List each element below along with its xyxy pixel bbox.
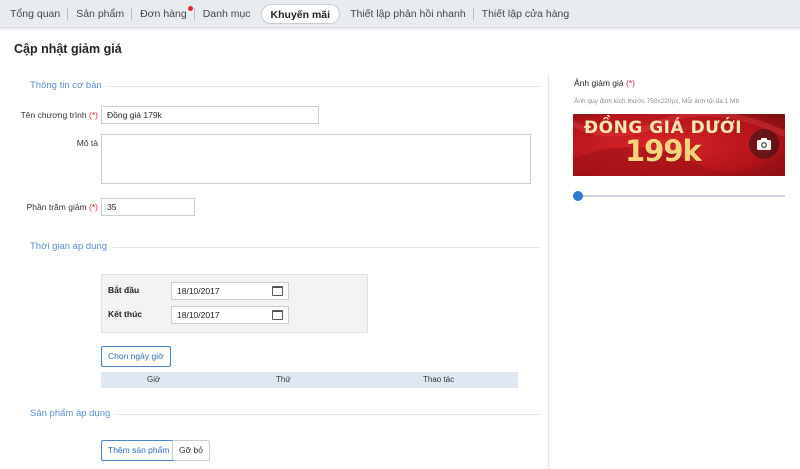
column-divider: [548, 74, 549, 469]
required-mark: (*): [89, 110, 98, 120]
end-date-label: Kết thúc: [108, 309, 142, 319]
description-textarea[interactable]: [101, 134, 531, 184]
choose-datetime-button[interactable]: Chọn ngày giờ: [101, 346, 171, 367]
camera-upload-button[interactable]: [749, 129, 779, 159]
percent-label-text: Phần trăm giảm: [26, 202, 87, 212]
percent-label: Phần trăm giảm (*): [8, 202, 98, 212]
main-card: Cập nhật giảm giá Thông tin cơ bản Tên c…: [0, 30, 800, 469]
tab-thiet-lap-cua-hang[interactable]: Thiết lập cửa hàng: [474, 4, 578, 24]
required-mark: (*): [626, 78, 635, 88]
tab-danh-muc[interactable]: Danh mục: [195, 4, 259, 24]
image-panel-title: Ảnh giảm giá (*): [574, 78, 635, 88]
name-label: Tên chương trình (*): [8, 110, 98, 120]
time-table-header: Giờ Thứ Thao tác: [101, 372, 518, 388]
promo-banner-image[interactable]: ĐỒNG GIÁ DƯỚI 199k: [573, 114, 785, 176]
image-size-hint: Ảnh quy định kích thước 750x220px. Mỗi ả…: [574, 98, 740, 105]
tab-khuyen-mai[interactable]: Khuyến mãi: [260, 3, 341, 24]
section-title-products: Sản phẩm áp dụng: [0, 408, 117, 419]
tab-label: Khuyến mãi: [270, 8, 331, 21]
camera-icon: [757, 138, 771, 150]
tab-don-hang[interactable]: Đơn hàng: [132, 4, 195, 24]
end-date-input[interactable]: 18/10/2017: [171, 306, 289, 324]
start-date-value: 18/10/2017: [177, 286, 220, 296]
description-label: Mô tả: [76, 138, 98, 148]
notification-dot: [187, 5, 193, 11]
tab-thiet-lap-phan-hoi-nhanh[interactable]: Thiết lập phản hồi nhanh: [342, 4, 474, 24]
start-date-input[interactable]: 18/10/2017: [171, 282, 289, 300]
tab-tong-quan[interactable]: Tổng quan: [2, 4, 69, 24]
section-title-time: Thời gian áp dụng: [0, 241, 114, 252]
program-name-input[interactable]: [101, 106, 319, 124]
remove-product-button[interactable]: Gỡ bỏ: [172, 440, 211, 461]
image-panel-title-text: Ảnh giảm giá: [574, 78, 624, 88]
tab-san-pham[interactable]: Sản phẩm: [68, 4, 133, 24]
column-header-hour: Giờ: [147, 375, 161, 384]
start-date-label: Bắt đầu: [108, 285, 140, 295]
image-zoom-slider-handle[interactable]: [573, 191, 583, 201]
tab-label: Sản phẩm: [76, 7, 125, 20]
name-label-text: Tên chương trình: [20, 110, 87, 120]
banner-price: 199k: [625, 134, 702, 168]
tab-label: Danh mục: [202, 7, 251, 20]
tab-label: Tổng quan: [10, 7, 61, 20]
section-title-basic-info: Thông tin cơ bản: [0, 80, 108, 91]
tab-label: Đơn hàng: [140, 7, 187, 20]
page-title: Cập nhật giảm giá: [14, 42, 122, 56]
tab-label: Thiết lập phản hồi nhanh: [350, 7, 466, 20]
required-mark: (*): [89, 202, 98, 212]
calendar-icon[interactable]: [272, 286, 283, 296]
column-header-actions: Thao tác: [423, 375, 455, 384]
percent-input[interactable]: [101, 198, 195, 216]
column-header-day: Thứ: [276, 375, 291, 384]
date-range-box: Bắt đầu 18/10/2017 Kết thúc 18/10/2017: [101, 274, 368, 333]
end-date-value: 18/10/2017: [177, 310, 220, 320]
top-navigation: Tổng quan Sản phẩm Đơn hàng Danh mục Khu…: [0, 0, 800, 28]
tab-label: Thiết lập cửa hàng: [481, 7, 570, 20]
add-product-button[interactable]: Thêm sản phẩm: [101, 440, 177, 461]
image-zoom-slider-track[interactable]: [577, 195, 785, 197]
calendar-icon[interactable]: [272, 310, 283, 320]
